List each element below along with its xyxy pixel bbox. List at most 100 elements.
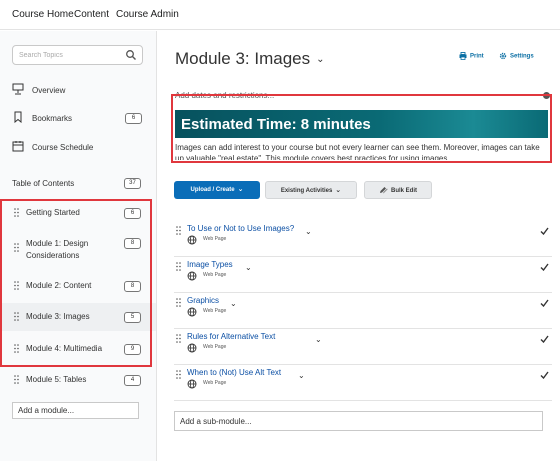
search-input[interactable] [19, 49, 119, 62]
gear-icon [499, 52, 507, 60]
sidebar-item-label: Overview [32, 86, 66, 95]
upload-create-button[interactable]: Upload / Create ⌄ [174, 181, 260, 199]
topic-type: Web Page [203, 380, 227, 386]
checkmark-icon [540, 263, 549, 271]
topic-title-link[interactable]: To Use or Not to Use Images? [187, 224, 294, 233]
bulk-edit-icon [379, 187, 388, 194]
top-navbar: Course Home Content Course Admin [0, 0, 560, 30]
chevron-down-icon: ⌄ [335, 187, 342, 194]
sidebar-item-label: Course Schedule [32, 143, 94, 152]
existing-activities-label: Existing Activities [280, 188, 333, 194]
add-module-input[interactable]: Add a module... [12, 402, 139, 419]
nav-content[interactable]: Content [74, 9, 109, 20]
existing-activities-button[interactable]: Existing Activities ⌄ [265, 181, 357, 199]
topic-row[interactable]: When to (Not) Use Alt Text ⌄ Web Page [174, 365, 552, 401]
topic-title-link[interactable]: Image Types [187, 260, 233, 269]
module-item-tables[interactable]: Module 5: Tables 4 [0, 366, 156, 394]
globe-icon [187, 343, 197, 353]
add-submodule-input[interactable]: Add a sub-module... [174, 411, 543, 431]
add-dates-link[interactable]: Add dates and restrictions... [175, 91, 274, 100]
sidebar: Overview Bookmarks 6 Course Schedule Tab… [0, 31, 157, 461]
topic-type: Web Page [203, 236, 227, 242]
topic-row[interactable]: To Use or Not to Use Images? ⌄ Web Page [174, 221, 552, 257]
drag-handle-icon[interactable] [14, 375, 19, 384]
topic-title-link[interactable]: Graphics [187, 296, 219, 305]
calendar-icon [12, 141, 24, 152]
chevron-down-icon[interactable]: ⌄ [316, 54, 324, 65]
drag-handle-icon[interactable] [176, 298, 181, 307]
module-label: Module 4: Multimedia [26, 344, 103, 353]
globe-icon [187, 307, 197, 317]
page-title-text: Module 3: Images [175, 49, 311, 68]
bulk-edit-button[interactable]: Bulk Edit [364, 181, 432, 199]
module-label: Module 3: Images [26, 312, 90, 321]
globe-icon [187, 271, 197, 281]
globe-icon [187, 379, 197, 389]
chevron-down-icon: ⌄ [237, 186, 244, 193]
checkmark-icon [540, 299, 549, 307]
printer-icon [459, 52, 467, 60]
globe-icon [187, 235, 197, 245]
nav-course-home[interactable]: Course Home [12, 9, 74, 20]
chevron-down-icon[interactable]: ⌄ [305, 227, 312, 236]
module-count-badge: 6 [124, 208, 141, 219]
drag-handle-icon[interactable] [14, 243, 19, 252]
drag-handle-icon[interactable] [14, 344, 19, 353]
module-item-images[interactable]: Module 3: Images 5 [0, 303, 156, 331]
module-label: Module 2: Content [26, 281, 92, 290]
print-label: Print [470, 53, 484, 60]
chevron-down-icon[interactable]: ⌄ [245, 263, 252, 272]
print-button[interactable]: Print [459, 52, 484, 60]
bookmark-icon [14, 111, 22, 123]
module-count-badge: 8 [124, 238, 141, 249]
sidebar-item-label: Bookmarks [32, 114, 73, 123]
page-title[interactable]: Module 3: Images ⌄ [175, 49, 325, 69]
sidebar-item-overview[interactable]: Overview [12, 79, 147, 103]
settings-button[interactable]: Settings [499, 52, 534, 60]
toc-count-badge: 37 [124, 178, 141, 189]
module-description: Images can add interest to your course b… [175, 143, 540, 160]
drag-handle-icon[interactable] [176, 226, 181, 235]
topic-row[interactable]: Graphics ⌄ Web Page [174, 293, 552, 329]
drag-handle-icon[interactable] [14, 281, 19, 290]
chevron-down-icon[interactable]: ⌄ [298, 371, 305, 380]
search-icon[interactable] [125, 49, 137, 61]
module-label: Getting Started [26, 208, 80, 217]
upload-create-label: Upload / Create [190, 187, 235, 193]
module-count-badge: 8 [124, 281, 141, 292]
module-label: Module 5: Tables [26, 375, 87, 384]
sidebar-item-course-schedule[interactable]: Course Schedule [12, 136, 147, 160]
drag-handle-icon[interactable] [14, 208, 19, 217]
checkmark-icon [540, 371, 549, 379]
topic-type: Web Page [203, 272, 227, 278]
topic-title-link[interactable]: Rules for Alternative Text [187, 332, 275, 341]
topic-row[interactable]: Image Types ⌄ Web Page [174, 257, 552, 293]
checkmark-icon [540, 227, 549, 235]
topic-type: Web Page [203, 344, 227, 350]
drag-handle-icon[interactable] [176, 262, 181, 271]
main-content: Module 3: Images ⌄ Print Settings Add dat… [158, 31, 560, 461]
topic-title-link[interactable]: When to (Not) Use Alt Text [187, 368, 281, 377]
topic-type: Web Page [203, 308, 227, 314]
settings-label: Settings [510, 53, 534, 60]
chevron-down-icon[interactable]: ⌄ [315, 335, 322, 344]
sidebar-item-bookmarks[interactable]: Bookmarks 6 [12, 107, 147, 131]
nav-course-admin[interactable]: Course Admin [116, 9, 179, 20]
module-item-multimedia[interactable]: Module 4: Multimedia 9 [0, 335, 156, 363]
drag-handle-icon[interactable] [14, 312, 19, 321]
checkmark-icon [540, 335, 549, 343]
estimated-time-banner: Estimated Time: 8 minutes [175, 110, 548, 138]
table-of-contents-label[interactable]: Table of Contents [12, 179, 74, 188]
module-item-getting-started[interactable]: Getting Started 6 [0, 201, 156, 225]
module-item-content[interactable]: Module 2: Content 8 [0, 272, 156, 300]
drag-handle-icon[interactable] [176, 370, 181, 379]
module-count-badge: 9 [124, 344, 141, 355]
info-icon[interactable] [543, 92, 550, 99]
drag-handle-icon[interactable] [176, 334, 181, 343]
topic-row[interactable]: Rules for Alternative Text ⌄ Web Page [174, 329, 552, 365]
overview-icon [12, 83, 24, 95]
module-item-design-considerations[interactable]: Module 1: Design Considerations 8 [0, 232, 156, 266]
bulk-edit-label: Bulk Edit [390, 188, 417, 194]
module-label: Module 1: Design Considerations [26, 239, 89, 260]
chevron-down-icon[interactable]: ⌄ [230, 299, 237, 308]
